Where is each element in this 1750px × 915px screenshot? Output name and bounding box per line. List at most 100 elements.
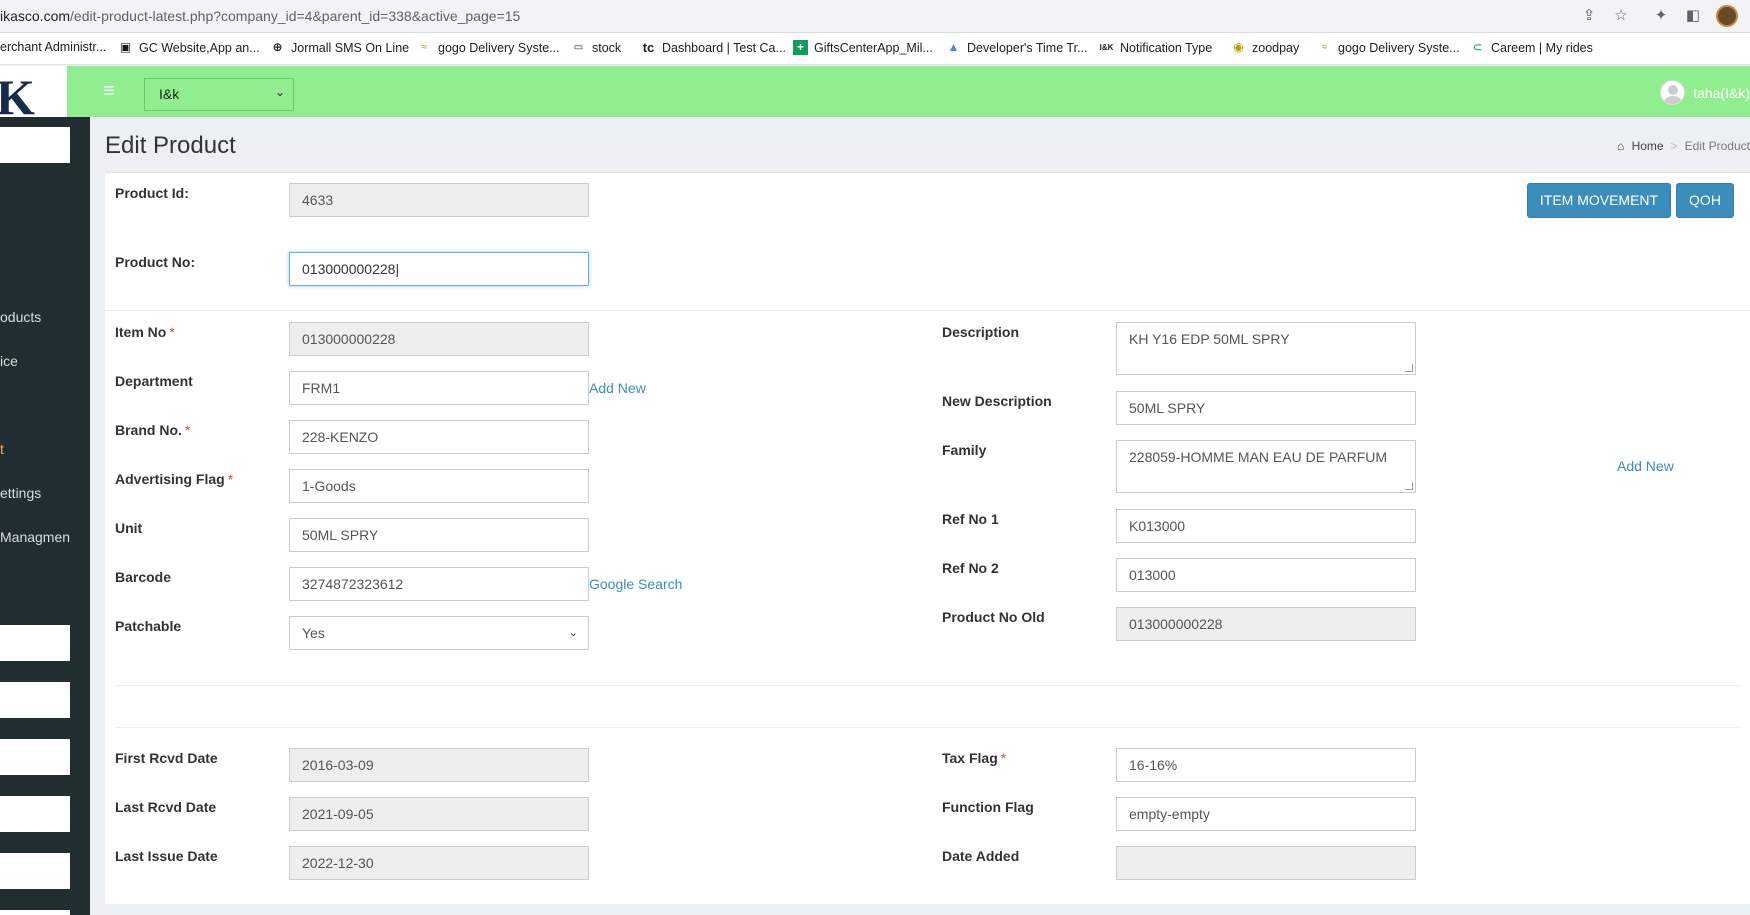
company-select[interactable]: I&k ⌄ bbox=[144, 78, 294, 111]
add-new-family-link[interactable]: Add New bbox=[1617, 458, 1674, 474]
bookmark-item[interactable]: + GiftsCenterApp_Mil... bbox=[793, 40, 933, 55]
sidebar-block[interactable] bbox=[0, 625, 70, 661]
unit-field[interactable]: 50ML SPRY bbox=[289, 518, 589, 552]
address-url[interactable]: ikasco.com/edit-product-latest.php?compa… bbox=[0, 8, 520, 24]
last-issue-date-label: Last Issue Date bbox=[115, 848, 218, 864]
product-no-old-label: Product No Old bbox=[942, 609, 1045, 625]
careem-icon: ⊂ bbox=[1472, 40, 1483, 54]
user-menu[interactable]: taha(I&k) bbox=[1660, 80, 1750, 105]
user-name: taha(I&k) bbox=[1693, 84, 1750, 101]
app-logo[interactable]: K bbox=[0, 66, 67, 125]
new-description-field[interactable]: 50ML SPRY bbox=[1116, 391, 1416, 425]
sidebar-search-box[interactable] bbox=[0, 127, 70, 163]
product-no-field[interactable]: 013000000228| bbox=[289, 252, 589, 286]
bookmarks-bar: erchant Administr... ▣ GC Website,App an.… bbox=[0, 33, 1750, 65]
breadcrumb: ⌂ Home > Edit Product bbox=[1617, 139, 1750, 153]
sidebar-block[interactable] bbox=[0, 682, 70, 718]
side-panel-icon[interactable]: ◧ bbox=[1684, 7, 1702, 25]
star-icon[interactable]: ☆ bbox=[1612, 7, 1630, 25]
ref-no-2-field[interactable]: 013000 bbox=[1116, 558, 1416, 592]
extensions-icon[interactable]: ✦ bbox=[1652, 7, 1670, 25]
sidebar-block[interactable] bbox=[0, 796, 70, 832]
advertising-flag-label: Advertising Flag * bbox=[115, 471, 234, 487]
function-flag-label: Function Flag bbox=[942, 799, 1034, 815]
sidebar-item-price[interactable]: ice bbox=[0, 353, 18, 369]
page-title: Edit Product bbox=[105, 132, 236, 159]
bookmark-item[interactable]: ≈ gogo Delivery Syste... bbox=[417, 40, 560, 55]
item-no-field[interactable]: 013000000228 bbox=[289, 322, 589, 356]
barcode-label: Barcode bbox=[115, 569, 172, 585]
bookmark-item[interactable]: tc Dashboard | Test Ca... bbox=[641, 40, 786, 55]
bookmark-item[interactable]: ◉ zoodpay bbox=[1231, 40, 1299, 55]
sidebar-block[interactable] bbox=[0, 853, 70, 889]
browser-address-bar[interactable]: ikasco.com/edit-product-latest.php?compa… bbox=[0, 0, 1750, 33]
department-label: Department bbox=[115, 373, 193, 389]
bookmark-item[interactable]: I&K Notification Type bbox=[1099, 40, 1213, 55]
first-rcvd-date-field[interactable]: 2016-03-09 bbox=[289, 748, 589, 782]
ik-icon: I&K bbox=[1099, 43, 1114, 52]
gogo-icon: ≈ bbox=[1321, 42, 1328, 53]
bookmark-item[interactable]: ≈ gogo Delivery Syste... bbox=[1317, 40, 1460, 55]
product-no-label: Product No: bbox=[115, 254, 196, 270]
hamburger-menu-icon[interactable]: ≡ bbox=[103, 80, 115, 103]
family-label: Family bbox=[942, 442, 987, 458]
google-search-link[interactable]: Google Search bbox=[589, 576, 682, 592]
tax-flag-label: Tax Flag * bbox=[942, 750, 1007, 766]
bookmark-item[interactable]: erchant Administr... bbox=[0, 40, 106, 54]
new-description-label: New Description bbox=[942, 393, 1052, 409]
browser-profile-avatar[interactable] bbox=[1716, 5, 1738, 27]
add-new-department-link[interactable]: Add New bbox=[589, 380, 646, 396]
description-textarea[interactable]: KH Y16 EDP 50ML SPRY bbox=[1116, 322, 1416, 375]
bookmark-item[interactable]: ⊕ Jormall SMS On Line bbox=[270, 40, 409, 55]
breadcrumb-current: Edit Product bbox=[1684, 139, 1750, 153]
chevron-down-icon: ⌄ bbox=[274, 85, 285, 99]
unit-label: Unit bbox=[115, 520, 143, 536]
sidebar-item-settings[interactable]: ettings bbox=[0, 485, 41, 501]
product-no-old-field[interactable]: 013000000228 bbox=[1116, 607, 1416, 641]
patchable-label: Patchable bbox=[115, 618, 182, 634]
brand-no-label: Brand No. * bbox=[115, 422, 191, 438]
product-id-field[interactable]: 4633 bbox=[289, 183, 589, 217]
first-rcvd-date-label: First Rcvd Date bbox=[115, 750, 218, 766]
breadcrumb-home[interactable]: Home bbox=[1632, 139, 1664, 153]
last-rcvd-date-label: Last Rcvd Date bbox=[115, 799, 217, 815]
share-icon[interactable]: ⇪ bbox=[1580, 7, 1598, 25]
globe-icon: ⊕ bbox=[272, 40, 283, 54]
bookmark-item[interactable]: ▲ Developer's Time Tr... bbox=[946, 40, 1088, 55]
barcode-field[interactable]: 3274872323612 bbox=[289, 567, 589, 601]
function-flag-field[interactable]: empty-empty bbox=[1116, 797, 1416, 831]
sidebar-block[interactable] bbox=[0, 739, 70, 775]
sidebar-item-management[interactable]: Managmen bbox=[0, 529, 70, 545]
chevron-down-icon: ⌄ bbox=[568, 627, 578, 639]
patchable-select[interactable]: Yes ⌄ bbox=[289, 616, 589, 650]
bookmark-item[interactable]: ▣ GC Website,App an... bbox=[118, 40, 260, 55]
divider bbox=[115, 685, 1740, 686]
ref-no-2-label: Ref No 2 bbox=[942, 560, 999, 576]
code-icon: ▭ bbox=[573, 42, 584, 53]
advertising-flag-field[interactable]: 1-Goods bbox=[289, 469, 589, 503]
qoh-button[interactable]: QOH bbox=[1676, 183, 1734, 218]
brand-no-field[interactable]: 228-KENZO bbox=[289, 420, 589, 454]
family-textarea[interactable]: 228059-HOMME MAN EAU DE PARFUM bbox=[1116, 440, 1416, 493]
last-rcvd-date-field[interactable]: 2021-09-05 bbox=[289, 797, 589, 831]
item-movement-button[interactable]: ITEM MOVEMENT bbox=[1527, 183, 1671, 218]
sidebar-block[interactable] bbox=[0, 910, 70, 915]
sidebar-item-report[interactable]: t bbox=[0, 441, 4, 457]
ref-no-1-field[interactable]: K013000 bbox=[1116, 509, 1416, 543]
ref-no-1-label: Ref No 1 bbox=[942, 511, 999, 527]
drive-icon: ▲ bbox=[947, 40, 960, 54]
product-id-label: Product Id: bbox=[115, 185, 189, 201]
bookmark-item[interactable]: ⊂ Careem | My rides bbox=[1470, 40, 1592, 55]
bookmark-item[interactable]: ▭ stock bbox=[571, 40, 621, 55]
tc-icon: tc bbox=[642, 40, 655, 55]
tax-flag-field[interactable]: 16-16% bbox=[1116, 748, 1416, 782]
date-added-label: Date Added bbox=[942, 848, 1020, 864]
last-issue-date-field[interactable]: 2022-12-30 bbox=[289, 846, 589, 880]
user-avatar bbox=[1660, 80, 1686, 105]
divider bbox=[115, 727, 1740, 728]
date-added-field[interactable] bbox=[1116, 846, 1416, 880]
department-field[interactable]: FRM1 bbox=[289, 371, 589, 405]
sidebar-item-products[interactable]: oducts bbox=[0, 309, 41, 325]
zoodpay-icon: ◉ bbox=[1233, 40, 1244, 54]
sheets-icon: + bbox=[793, 40, 808, 55]
